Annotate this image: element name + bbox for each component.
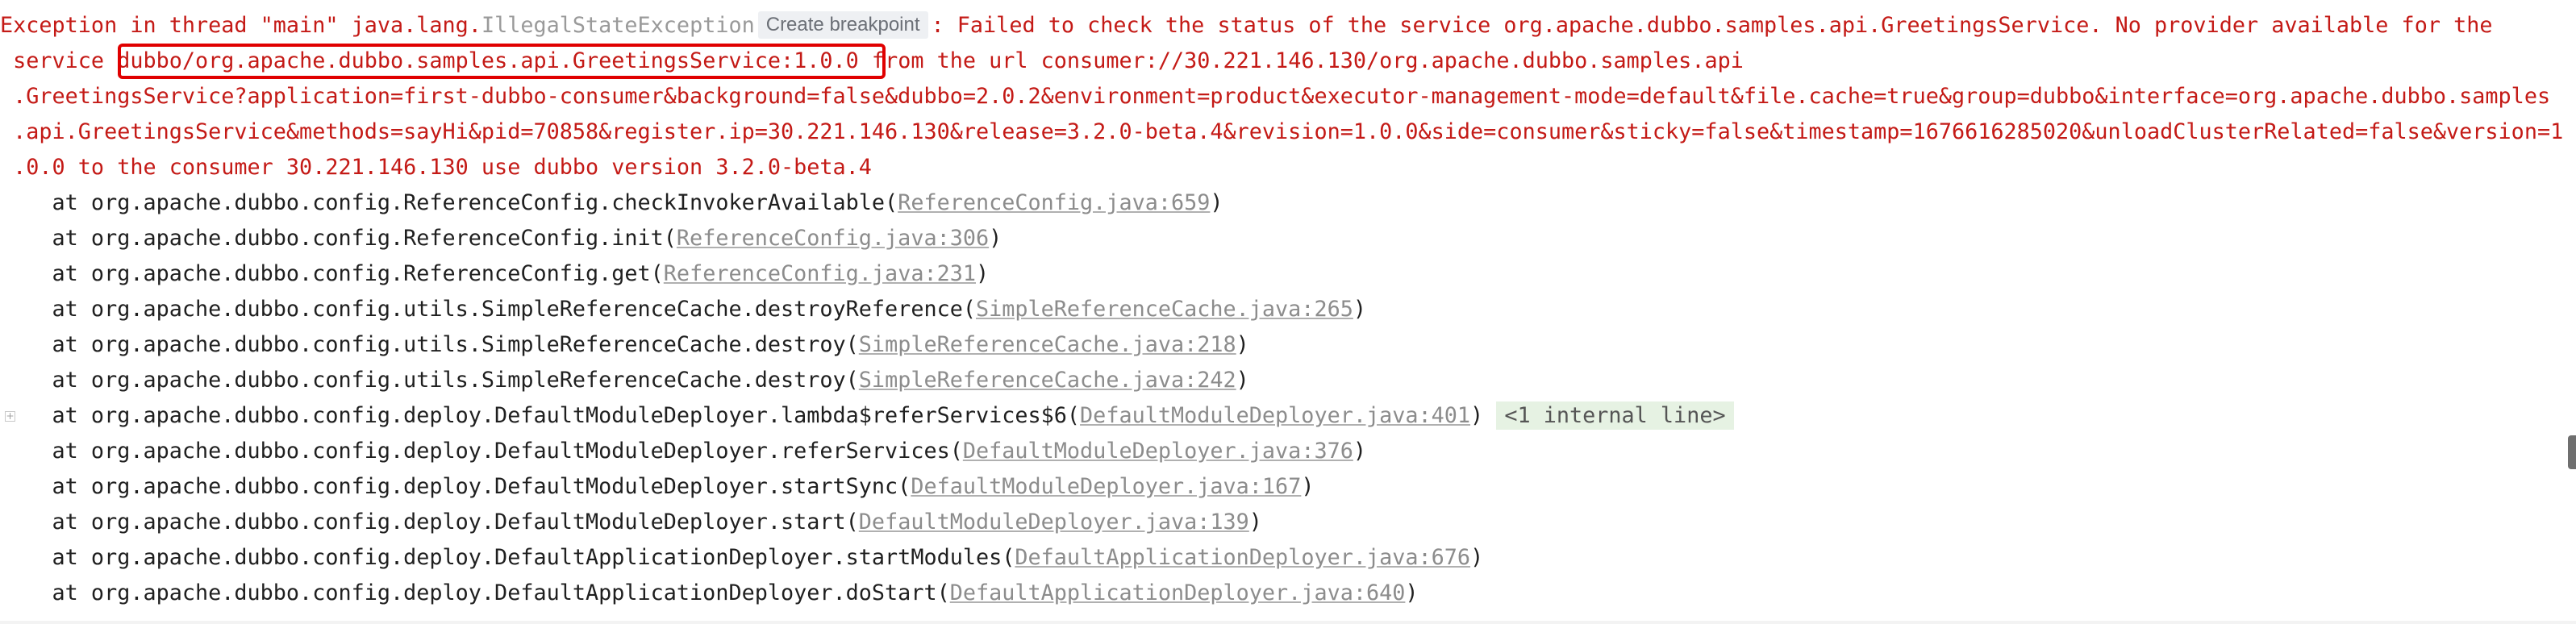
exception-line-3: .GreetingsService?application=first-dubb… — [0, 84, 2551, 109]
frame-method: at org.apache.dubbo.config.deploy.Defaul… — [0, 545, 1015, 570]
stack-frame: at org.apache.dubbo.config.deploy.Defaul… — [0, 398, 1734, 434]
frame-close-paren: ) — [976, 261, 990, 286]
frame-method: at org.apache.dubbo.config.deploy.Defaul… — [0, 403, 1081, 428]
frame-method: at org.apache.dubbo.config.deploy.Defaul… — [0, 510, 859, 535]
stack-frame: at org.apache.dubbo.config.deploy.Defaul… — [0, 469, 1315, 505]
frame-close-paren: ) — [1301, 474, 1315, 499]
panel-bottom-edge — [0, 621, 2576, 624]
frame-source-link[interactable]: ReferenceConfig.java:231 — [664, 261, 976, 286]
internal-lines-fold[interactable]: <1 internal line> — [1496, 401, 1734, 430]
exception-url-start: from the url consumer://30.221.146.130/o… — [858, 48, 1744, 73]
frame-source-link[interactable]: DefaultModuleDeployer.java:401 — [1080, 403, 1470, 428]
frame-source-link[interactable]: SimpleReferenceCache.java:242 — [859, 368, 1236, 393]
expand-plus-icon[interactable]: + — [5, 411, 15, 422]
exception-line-2: service dubbo/org.apache.dubbo.samples.a… — [0, 44, 1744, 79]
frame-close-paren: ) — [1248, 510, 1262, 535]
frame-source-link[interactable]: DefaultModuleDeployer.java:376 — [963, 439, 1353, 464]
frame-method: at org.apache.dubbo.config.deploy.Defaul… — [0, 474, 911, 499]
highlighted-service-id: dubbo/org.apache.dubbo.samples.api.Greet… — [117, 48, 859, 73]
exception-prefix: Exception in thread "main" java.lang. — [0, 13, 481, 38]
exception-line-4: .api.GreetingsService&methods=sayHi&pid=… — [0, 119, 2564, 144]
frame-source-link[interactable]: SimpleReferenceCache.java:265 — [976, 297, 1353, 322]
stack-frame: at org.apache.dubbo.config.utils.SimpleR… — [0, 327, 1249, 363]
console-output: Exception in thread "main" java.lang.Ill… — [0, 0, 2576, 624]
frame-method: at org.apache.dubbo.config.utils.SimpleR… — [0, 368, 859, 393]
frame-source-link[interactable]: ReferenceConfig.java:659 — [898, 190, 1210, 215]
frame-method: at org.apache.dubbo.config.deploy.Defaul… — [0, 580, 950, 605]
frame-close-paren: ) — [1470, 403, 1497, 428]
stack-frame: at org.apache.dubbo.config.utils.SimpleR… — [0, 292, 1366, 327]
frame-source-link[interactable]: DefaultApplicationDeployer.java:676 — [1015, 545, 1470, 570]
frame-method: at org.apache.dubbo.config.ReferenceConf… — [0, 190, 898, 215]
exception-line-5: .0.0 to the consumer 30.221.146.130 use … — [0, 155, 872, 180]
stack-frame: at org.apache.dubbo.config.ReferenceConf… — [0, 185, 1223, 221]
frame-source-link[interactable]: DefaultApplicationDeployer.java:640 — [950, 580, 1406, 605]
frame-method: at org.apache.dubbo.config.deploy.Defaul… — [0, 439, 963, 464]
frame-method: at org.apache.dubbo.config.ReferenceConf… — [0, 261, 664, 286]
frame-close-paren: ) — [1470, 545, 1484, 570]
frame-method: at org.apache.dubbo.config.ReferenceConf… — [0, 226, 677, 251]
exception-message: : Failed to check the status of the serv… — [931, 13, 2493, 38]
stack-frame: at org.apache.dubbo.config.deploy.Defaul… — [0, 505, 1262, 540]
exception-line-1: Exception in thread "main" java.lang.Ill… — [0, 8, 2493, 44]
stack-frame: at org.apache.dubbo.config.deploy.Defaul… — [0, 540, 1484, 576]
frame-close-paren: ) — [1405, 580, 1419, 605]
frame-method: at org.apache.dubbo.config.utils.SimpleR… — [0, 297, 976, 322]
frame-close-paren: ) — [1236, 368, 1249, 393]
scrollbar-thumb[interactable] — [2568, 435, 2576, 469]
frame-method: at org.apache.dubbo.config.utils.SimpleR… — [0, 332, 859, 357]
stack-frame: at org.apache.dubbo.config.ReferenceConf… — [0, 221, 1002, 256]
frame-close-paren: ) — [1353, 439, 1366, 464]
frame-source-link[interactable]: ReferenceConfig.java:306 — [677, 226, 989, 251]
frame-source-link[interactable]: DefaultModuleDeployer.java:139 — [859, 510, 1249, 535]
frame-close-paren: ) — [1353, 297, 1366, 322]
create-breakpoint-tooltip[interactable]: Create breakpoint — [757, 11, 928, 39]
frame-source-link[interactable]: SimpleReferenceCache.java:218 — [859, 332, 1236, 357]
frame-close-paren: ) — [1236, 332, 1249, 357]
exception-service-prefix: service — [0, 48, 118, 73]
frame-source-link[interactable]: DefaultModuleDeployer.java:167 — [911, 474, 1301, 499]
frame-close-paren: ) — [989, 226, 1002, 251]
stack-frame: at org.apache.dubbo.config.deploy.Defaul… — [0, 434, 1366, 469]
frame-close-paren: ) — [1210, 190, 1223, 215]
exception-class-name[interactable]: IllegalStateException — [481, 13, 755, 38]
stack-frame: at org.apache.dubbo.config.utils.SimpleR… — [0, 363, 1249, 398]
stack-frame: at org.apache.dubbo.config.deploy.Defaul… — [0, 576, 1419, 611]
stack-frame: at org.apache.dubbo.config.ReferenceConf… — [0, 256, 990, 292]
